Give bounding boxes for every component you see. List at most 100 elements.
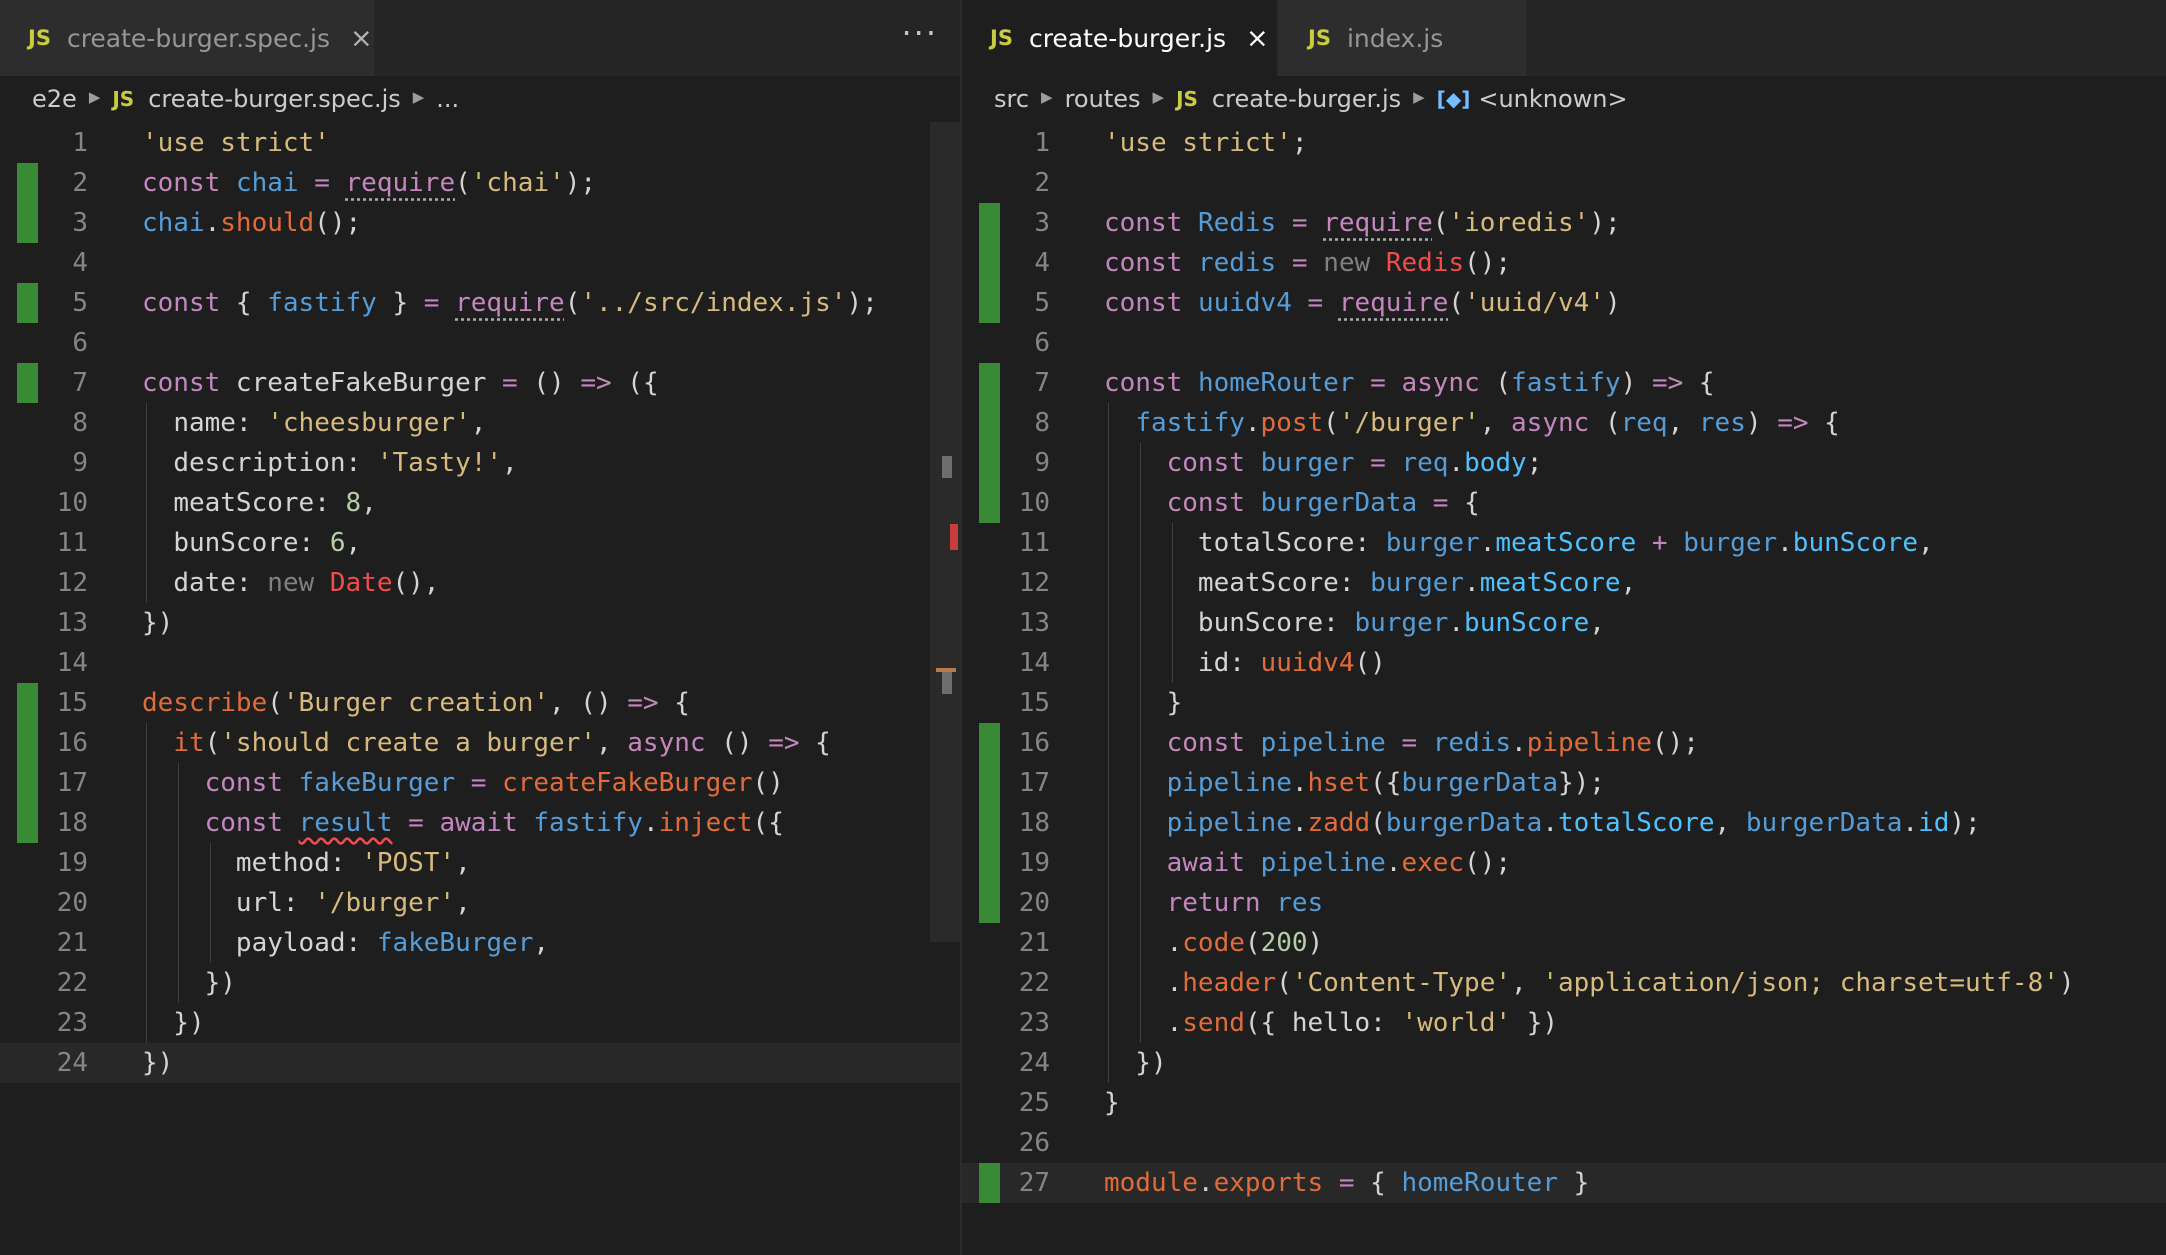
close-icon[interactable]: ×	[1246, 23, 1269, 54]
line-number: 24	[1018, 1048, 1050, 1078]
breadcrumb-file[interactable]: create-burger.js	[1212, 85, 1401, 113]
code-line[interactable]: 6	[0, 323, 960, 363]
javascript-file-icon: JS	[1176, 87, 1198, 111]
breadcrumb-folder-e2e[interactable]: e2e	[32, 85, 77, 113]
code-line[interactable]: 1 'use strict'	[0, 123, 960, 163]
chevron-right-icon: ▶	[412, 88, 425, 106]
code-line[interactable]: 18 const result = await fastify.inject({	[0, 803, 960, 843]
line-number: 20	[56, 888, 88, 918]
code-text: const redis = new Redis();	[1104, 248, 1512, 278]
scrollbar-thumb[interactable]	[942, 456, 952, 478]
line-number: 22	[56, 968, 88, 998]
chevron-right-icon: ▶	[1413, 88, 1425, 106]
code-line[interactable]: 20 return res	[962, 883, 2166, 923]
left-tab-bar: JS create-burger.spec.js × ···	[0, 0, 960, 76]
code-line[interactable]: 7 const homeRouter = async (fastify) => {	[962, 363, 2166, 403]
tab-label: index.js	[1346, 23, 1444, 53]
code-line[interactable]: 12 meatScore: burger.meatScore,	[962, 563, 2166, 603]
code-line[interactable]: 15 }	[962, 683, 2166, 723]
code-line[interactable]: 17 const fakeBurger = createFakeBurger()	[0, 763, 960, 803]
code-line[interactable]: 20 url: '/burger',	[0, 883, 960, 923]
code-line[interactable]: 17 pipeline.hset({burgerData});	[962, 763, 2166, 803]
code-line[interactable]: 4	[0, 243, 960, 283]
code-line[interactable]: 3 const Redis = require('ioredis');	[962, 203, 2166, 243]
code-line[interactable]: 3 chai.should();	[0, 203, 960, 243]
line-number: 22	[1018, 968, 1050, 998]
code-line[interactable]: 2 const chai = require('chai');	[0, 163, 960, 203]
code-editor[interactable]: 1 'use strict' 2 const chai = require('chai…	[0, 122, 960, 1255]
code-line[interactable]: 9 const burger = req.body;	[962, 443, 2166, 483]
javascript-file-icon: JS	[112, 87, 135, 111]
code-line[interactable]: 7 const createFakeBurger = () => ({	[0, 363, 960, 403]
breadcrumb-folder-src[interactable]: src	[994, 85, 1029, 113]
line-number: 8	[72, 408, 88, 438]
code-line[interactable]: 23 })	[0, 1003, 960, 1043]
breadcrumb-symbol[interactable]: <unknown>	[1478, 85, 1627, 113]
scrollbar-thumb-lower[interactable]	[942, 672, 952, 694]
code-line[interactable]: 22 .header('Content-Type', 'application/…	[962, 963, 2166, 1003]
code-line[interactable]: 16 const pipeline = redis.pipeline();	[962, 723, 2166, 763]
code-line[interactable]: 11 totalScore: burger.meatScore + burger…	[962, 523, 2166, 563]
code-text: const Redis = require('ioredis');	[1104, 208, 1621, 238]
code-line[interactable]: 2	[962, 163, 2166, 203]
code-line[interactable]: 11 bunScore: 6,	[0, 523, 960, 563]
code-line[interactable]: 13 bunScore: burger.bunScore,	[962, 603, 2166, 643]
code-line[interactable]: 26	[962, 1123, 2166, 1163]
tab-create-burger-spec[interactable]: JS create-burger.spec.js ×	[0, 0, 374, 76]
code-editor[interactable]: 1'use strict'; 2 3 const Redis = require('i…	[962, 122, 2166, 1255]
code-line[interactable]: 21 payload: fakeBurger,	[0, 923, 960, 963]
code-line[interactable]: 15 describe('Burger creation', () => {	[0, 683, 960, 723]
code-text: const burger = req.body;	[1166, 448, 1543, 478]
chevron-right-icon: ▶	[88, 88, 101, 106]
code-text: meatScore: burger.meatScore,	[1197, 568, 1637, 598]
code-line[interactable]: 8 name: 'cheesburger',	[0, 403, 960, 443]
code-line[interactable]: 9 description: 'Tasty!',	[0, 443, 960, 483]
breadcrumb: e2e ▶ JS create-burger.spec.js ▶ ...	[0, 76, 960, 122]
code-text: const uuidv4 = require('uuid/v4')	[1104, 288, 1621, 318]
close-icon[interactable]: ×	[350, 23, 373, 54]
code-text: })	[142, 1048, 174, 1078]
code-line[interactable]: 10 meatScore: 8,	[0, 483, 960, 523]
indent-guide	[210, 843, 211, 963]
code-text: return res	[1166, 888, 1324, 918]
line-number: 16	[1018, 728, 1050, 758]
tab-index[interactable]: JS index.js	[1278, 0, 1526, 76]
line-number: 3	[72, 208, 88, 238]
line-number: 3	[1034, 208, 1050, 238]
code-line[interactable]: 24})	[0, 1043, 960, 1083]
code-line[interactable]: 8 fastify.post('/burger', async (req, re…	[962, 403, 2166, 443]
code-line[interactable]: 25}	[962, 1083, 2166, 1123]
more-actions-icon[interactable]: ···	[901, 14, 938, 52]
code-line[interactable]: 23 .send({ hello: 'world' })	[962, 1003, 2166, 1043]
code-line[interactable]: 27 module.exports = { homeRouter }	[962, 1163, 2166, 1203]
code-text: meatScore: 8,	[173, 488, 377, 518]
code-text: id: uuidv4()	[1197, 648, 1386, 678]
code-line[interactable]: 19 method: 'POST',	[0, 843, 960, 883]
code-line[interactable]: 10 const burgerData = {	[962, 483, 2166, 523]
code-line[interactable]: 14	[0, 643, 960, 683]
code-line[interactable]: 16 it('should create a burger', async ()…	[0, 723, 960, 763]
code-line[interactable]: 22 })	[0, 963, 960, 1003]
breadcrumb-ellipsis[interactable]: ...	[436, 85, 459, 113]
code-line[interactable]: 1 'use strict';	[962, 123, 2166, 163]
code-text: totalScore: burger.meatScore + burger.bu…	[1197, 528, 1934, 558]
breadcrumb-file[interactable]: create-burger.spec.js	[148, 85, 401, 113]
code-line[interactable]: 21 .code(200)	[962, 923, 2166, 963]
line-number: 8	[1034, 408, 1050, 438]
breadcrumb-folder-routes[interactable]: routes	[1065, 85, 1141, 113]
code-line[interactable]: 14 id: uuidv4()	[962, 643, 2166, 683]
line-number: 11	[56, 528, 88, 558]
indent-guide	[1108, 403, 1109, 1083]
code-text: chai.should();	[142, 208, 362, 238]
code-line[interactable]: 12 date: new Date(),	[0, 563, 960, 603]
code-line[interactable]: 18 pipeline.zadd(burgerData.totalScore, …	[962, 803, 2166, 843]
code-line[interactable]: 24 })	[962, 1043, 2166, 1083]
code-line[interactable]: 19 await pipeline.exec();	[962, 843, 2166, 883]
code-line[interactable]: 5 const uuidv4 = require('uuid/v4')	[962, 283, 2166, 323]
line-number: 21	[1018, 928, 1050, 958]
code-line[interactable]: 5 const { fastify } = require('../src/ind…	[0, 283, 960, 323]
code-line[interactable]: 4 const redis = new Redis();	[962, 243, 2166, 283]
tab-create-burger[interactable]: JS create-burger.js ×	[962, 0, 1276, 76]
code-line[interactable]: 13})	[0, 603, 960, 643]
code-line[interactable]: 6	[962, 323, 2166, 363]
